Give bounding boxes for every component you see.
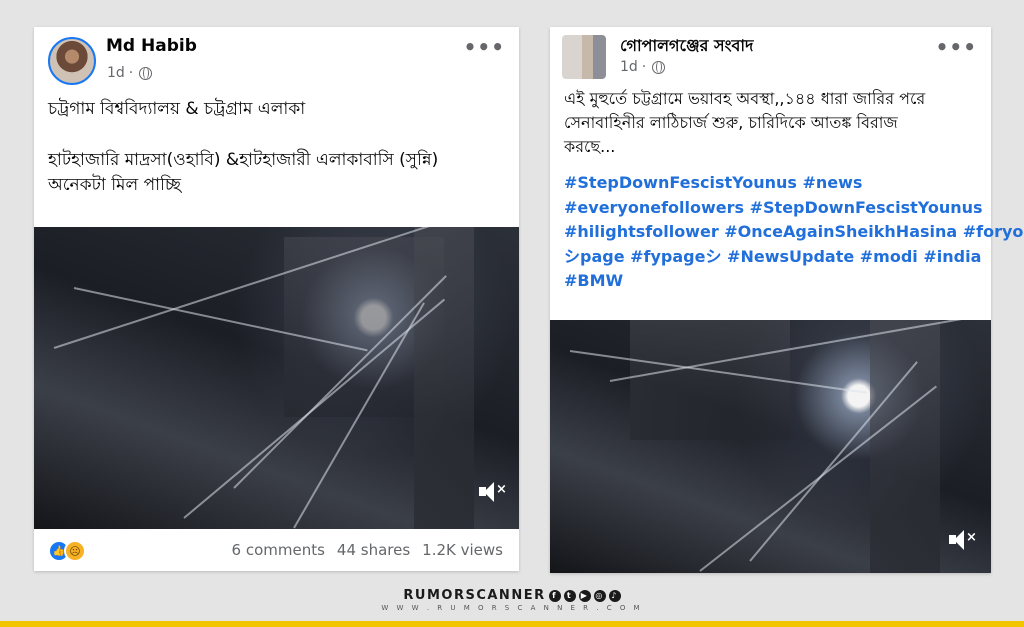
post-meta: 1d ·	[620, 59, 666, 75]
hashtag-line[interactable]: #hilightsfollower #OnceAgainSheikhHasina…	[564, 220, 1024, 245]
avatar[interactable]	[562, 35, 606, 79]
hashtag-line[interactable]: #StepDownFescistYounus #news	[564, 171, 979, 196]
watermark: RUMORSCANNER f t ▶ ◎ ♪ W W W . R U M O R…	[0, 584, 1024, 612]
post-card-2: গোপালগঞ্জের সংবাদ 1d · ••• এই মুহুর্তে চ…	[550, 27, 1024, 573]
brand-url: W W W . R U M O R S C A N N E R . C O M	[381, 604, 643, 612]
post-time[interactable]: 1d	[107, 65, 125, 81]
more-icon[interactable]: •••	[464, 35, 505, 59]
sad-reaction-icon: ☹	[64, 540, 86, 562]
views-count: 1.2K views	[422, 541, 503, 559]
post-footer: 👍 ☹ 6 comments 44 shares 1.2K views	[34, 529, 519, 571]
post-stats: 6 comments 44 shares 1.2K views	[232, 541, 503, 559]
comments-count[interactable]: 6 comments	[232, 541, 325, 559]
more-icon[interactable]: •••	[936, 35, 977, 59]
post-text-line: করছে...	[564, 137, 616, 156]
post-header: Md Habib 1d · •••	[34, 27, 519, 97]
post-text-line: সেনাবাহিনীর লাঠিচার্জ শুরু, চারিদিকে আতঙ…	[564, 113, 898, 132]
brand-logo: RUMORSCANNER f t ▶ ◎ ♪	[403, 588, 621, 603]
reactions[interactable]: 👍 ☹	[48, 540, 86, 562]
facebook-icon: f	[548, 589, 561, 602]
post-card-1: Md Habib 1d · ••• চট্রগাম বিশ্ববিদ্যালয়…	[34, 27, 519, 571]
video-frame	[34, 227, 519, 529]
mute-icon[interactable]: ×	[479, 481, 507, 503]
post-time[interactable]: 1d	[620, 59, 638, 75]
youtube-icon: ▶	[578, 589, 591, 602]
post-meta: 1d ·	[107, 65, 153, 81]
author-name[interactable]: গোপালগঞ্জের সংবাদ	[620, 33, 753, 60]
instagram-icon: ◎	[593, 589, 606, 602]
post-text-line: হাটহাজারি মাদ্রসা(ওহাবি) &হাটহাজারী এলাক…	[48, 150, 439, 170]
twitter-icon: t	[563, 589, 576, 602]
globe-icon	[139, 66, 153, 80]
avatar[interactable]	[48, 37, 96, 85]
brand-bar	[0, 621, 1024, 627]
hashtag-line[interactable]: #BMW	[564, 269, 979, 294]
post-text-line: অনেকটা মিল পাচ্ছি	[48, 175, 181, 195]
post-text-line: চট্রগাম বিশ্ববিদ্যালয় & চট্রগ্রাম এলাকা	[48, 99, 306, 119]
hashtag-line[interactable]: シpage #fypageシ #NewsUpdate #modi #india	[564, 245, 981, 270]
post-text: এই মুহুর্তে চট্টগ্রামে ভয়াবহ অবস্থা,,১৪…	[564, 87, 1024, 294]
hashtag-line[interactable]: #everyonefollowers #StepDownFescistYounu…	[564, 196, 983, 221]
hashtags: #StepDownFescistYounus #news #everyonefo…	[564, 171, 1024, 294]
video-player[interactable]: ×	[550, 320, 991, 573]
video-frame	[550, 320, 991, 573]
mute-icon[interactable]: ×	[949, 529, 977, 551]
video-player[interactable]: ×	[34, 227, 519, 529]
shares-count[interactable]: 44 shares	[337, 541, 410, 559]
globe-icon	[652, 60, 666, 74]
author-name[interactable]: Md Habib	[106, 36, 197, 56]
tiktok-icon: ♪	[608, 589, 621, 602]
post-text-line: এই মুহুর্তে চট্টগ্রামে ভয়াবহ অবস্থা,,১৪…	[564, 89, 926, 108]
post-text: চট্রগাম বিশ্ববিদ্যালয় & চট্রগ্রাম এলাকা…	[48, 97, 507, 198]
